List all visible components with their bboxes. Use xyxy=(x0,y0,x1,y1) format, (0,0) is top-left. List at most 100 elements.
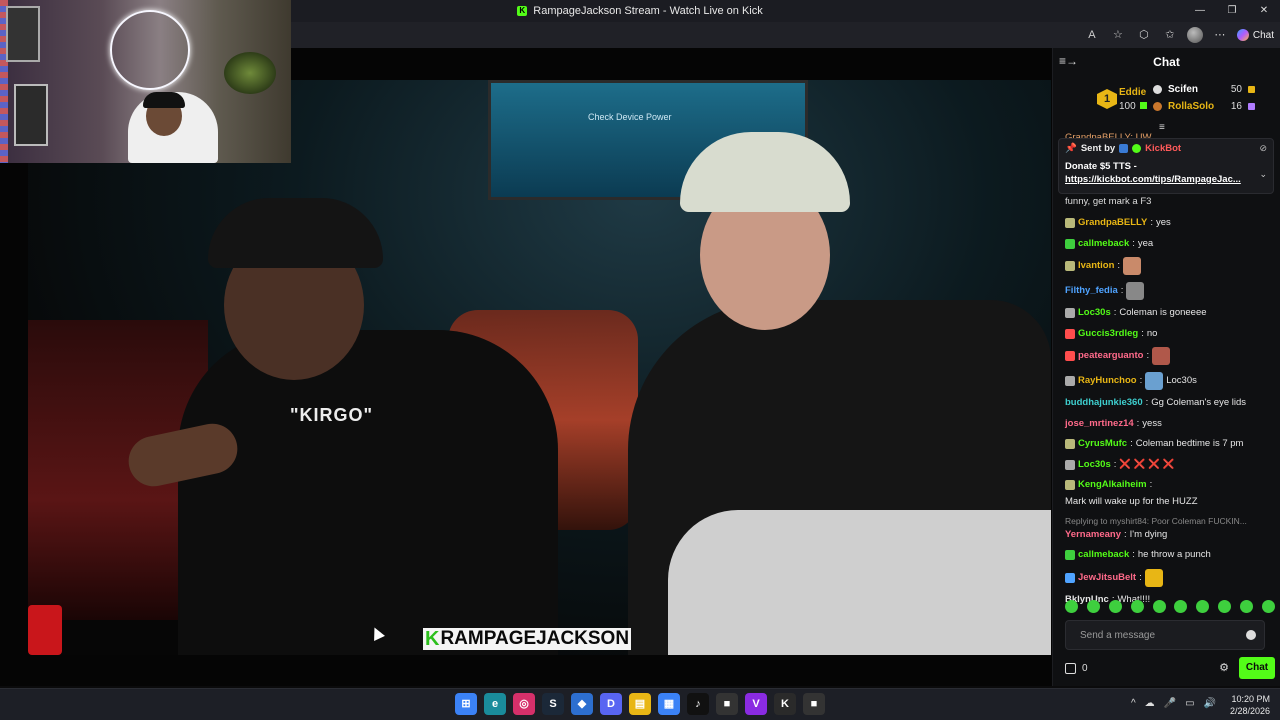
chat-text: Loc30s xyxy=(1166,374,1197,386)
person-left-body xyxy=(178,330,558,655)
tray-icon[interactable]: ▭ xyxy=(1185,698,1194,709)
clock-date: 2/28/2026 xyxy=(1229,706,1270,716)
chat-username[interactable]: JewJitsuBelt xyxy=(1078,571,1136,585)
pinned-sender[interactable]: KickBot xyxy=(1145,143,1181,154)
profile-avatar[interactable] xyxy=(1186,27,1203,43)
chat-username[interactable]: RayHunchoo xyxy=(1078,374,1137,388)
chat-username[interactable]: buddhajunkie360 xyxy=(1065,396,1143,410)
favorites-bar-icon[interactable]: ✩ xyxy=(1161,26,1179,44)
app-dark2-icon[interactable]: ■ xyxy=(803,693,825,715)
chat-emote-icon xyxy=(1144,568,1163,587)
app-dark-icon[interactable]: ■ xyxy=(716,693,738,715)
chat-username[interactable]: callmeback xyxy=(1078,548,1129,562)
quick-emote-icon[interactable] xyxy=(1108,600,1122,613)
leaderboard-expand-icon[interactable]: ≡ xyxy=(1159,122,1165,133)
edge-icon[interactable]: e xyxy=(484,693,506,715)
chat-username[interactable]: GrandpaBELLY xyxy=(1078,216,1147,230)
kick-icon[interactable]: K xyxy=(774,693,796,715)
chat-username[interactable]: CyrusMufc xyxy=(1078,437,1127,451)
chat-username[interactable]: Ivantion xyxy=(1078,259,1114,273)
read-aloud-icon[interactable]: A xyxy=(1083,26,1101,44)
chat-separator: : xyxy=(1146,350,1150,361)
app-blue-icon[interactable]: ◆ xyxy=(571,693,593,715)
steam-icon[interactable]: S xyxy=(542,693,564,715)
screen: K RampageJackson Stream - Watch Live on … xyxy=(0,0,1280,720)
rank-1-badge: 1 xyxy=(1097,89,1117,109)
tray-icon[interactable]: 🎤 xyxy=(1164,698,1176,709)
quick-emote-icon[interactable] xyxy=(1152,600,1166,613)
quick-emote-icon[interactable] xyxy=(1218,600,1232,613)
chat-message: callmeback: he throw a punch xyxy=(1065,548,1275,562)
leaderboard-row[interactable]: RollaSolo 16 xyxy=(1153,101,1273,112)
favorite-icon[interactable]: ☆ xyxy=(1109,26,1127,44)
quick-emote-icon[interactable] xyxy=(1130,600,1144,613)
tiktok-icon[interactable]: ♪ xyxy=(687,693,709,715)
chat-settings-icon[interactable]: ⚙ xyxy=(1219,661,1229,674)
tray-icon[interactable]: ☁ xyxy=(1145,698,1155,709)
user-badge-icon xyxy=(1065,439,1075,449)
collapse-chat-icon[interactable]: ≡→ xyxy=(1059,54,1078,68)
overlay-k-logo: K xyxy=(425,628,440,650)
chat-username[interactable]: Loc30s xyxy=(1078,306,1111,320)
chevron-down-icon[interactable]: ⌄ xyxy=(1259,169,1267,180)
tray-icon[interactable]: ^ xyxy=(1131,698,1136,709)
explorer-icon[interactable]: ▤ xyxy=(629,693,651,715)
quick-emote-icon[interactable] xyxy=(1174,600,1188,613)
more-menu-icon[interactable]: ⋯ xyxy=(1211,26,1229,44)
leaderboard-value: 50 xyxy=(1230,84,1242,95)
channel-points[interactable]: 0 xyxy=(1065,662,1088,674)
chat-username[interactable]: Guccis3rdleg xyxy=(1078,327,1138,341)
chat-text: Gg Coleman's eye lids xyxy=(1151,397,1246,408)
chat-text: yes xyxy=(1155,217,1171,228)
person-right-pants xyxy=(668,510,1051,655)
quick-emote-icon[interactable] xyxy=(1065,600,1078,613)
quick-emote-icon[interactable] xyxy=(1086,600,1100,613)
copilot-chat-button[interactable]: Chat xyxy=(1236,29,1274,41)
send-message-input[interactable]: Send a message xyxy=(1065,620,1265,650)
store-icon[interactable]: ▦ xyxy=(658,693,680,715)
chat-text: no xyxy=(1146,327,1158,339)
restore-button[interactable]: ❐ xyxy=(1216,0,1248,22)
user-badge-icon xyxy=(1065,328,1075,339)
chat-username[interactable]: callmeback xyxy=(1078,237,1129,251)
chat-username[interactable]: Loc30s xyxy=(1078,458,1111,472)
close-button[interactable]: ✕ xyxy=(1248,0,1280,22)
discord-icon[interactable]: D xyxy=(600,693,622,715)
chat-separator: : xyxy=(1139,571,1142,583)
send-chat-button[interactable]: Chat xyxy=(1239,657,1275,679)
overlay-name-text: RAMPAGEJACKSON xyxy=(440,628,630,649)
streamer-cap xyxy=(143,92,185,108)
rank-3-icon xyxy=(1153,102,1162,111)
minimize-button[interactable]: — xyxy=(1184,0,1216,22)
quick-emote-icon[interactable] xyxy=(1196,600,1210,613)
clock-time: 10:20 PM xyxy=(1231,694,1270,704)
chat-panel: ≡→ Chat 1 Eddie 100 Scifen 50 RollaSolo … xyxy=(1052,48,1280,686)
pinned-message[interactable]: 📌 Sent by KickBot Donate $5 TTS - https:… xyxy=(1058,138,1274,194)
chat-username[interactable]: jose_mrtinez14 xyxy=(1065,417,1134,431)
chat-message: jose_mrtinez14: yess xyxy=(1065,417,1275,431)
unpin-icon[interactable]: ⊘ xyxy=(1259,143,1267,154)
kick-gem-icon xyxy=(1248,86,1255,93)
quick-emote-icon[interactable] xyxy=(1261,600,1275,613)
vimeo-icon[interactable]: V xyxy=(745,693,767,715)
chat-message: RayHunchoo: Loc30s xyxy=(1065,371,1275,390)
stream-video[interactable]: Check Device Power "KIRGO" xyxy=(28,80,1051,655)
chat-username[interactable]: Filthy_fedia xyxy=(1065,284,1118,298)
chat-username[interactable]: peatearguanto xyxy=(1078,349,1143,363)
emoji-picker-icon[interactable] xyxy=(1246,630,1256,640)
tray-icon[interactable]: 🔊 xyxy=(1204,698,1216,709)
chat-messages: GrandpaBELLY: yes callmeback: yea Ivantion: F… xyxy=(1065,216,1275,614)
leaderboard-row[interactable]: Scifen 50 xyxy=(1153,84,1273,95)
windows-start-icon[interactable]: ⊞ xyxy=(455,693,477,715)
instagram-icon[interactable]: ◎ xyxy=(513,693,535,715)
quick-emote-icon[interactable] xyxy=(1240,600,1253,613)
chat-text: yea xyxy=(1137,237,1154,249)
leaderboard-name[interactable]: Eddie xyxy=(1119,87,1146,98)
extensions-icon[interactable]: ⬡ xyxy=(1135,26,1153,44)
chat-username[interactable]: KengAlkaiheim xyxy=(1078,478,1147,492)
pinned-link[interactable]: https://kickbot.com/tips/RampageJac... xyxy=(1065,173,1267,186)
chat-username[interactable]: Yernameany xyxy=(1065,528,1121,542)
leaderboard-name: RollaSolo xyxy=(1168,101,1215,112)
reply-context[interactable]: Replying to myshirt84: Poor Coleman FUCK… xyxy=(1065,516,1275,526)
taskbar-clock[interactable]: 10:20 PM 2/28/2026 xyxy=(1230,693,1270,717)
